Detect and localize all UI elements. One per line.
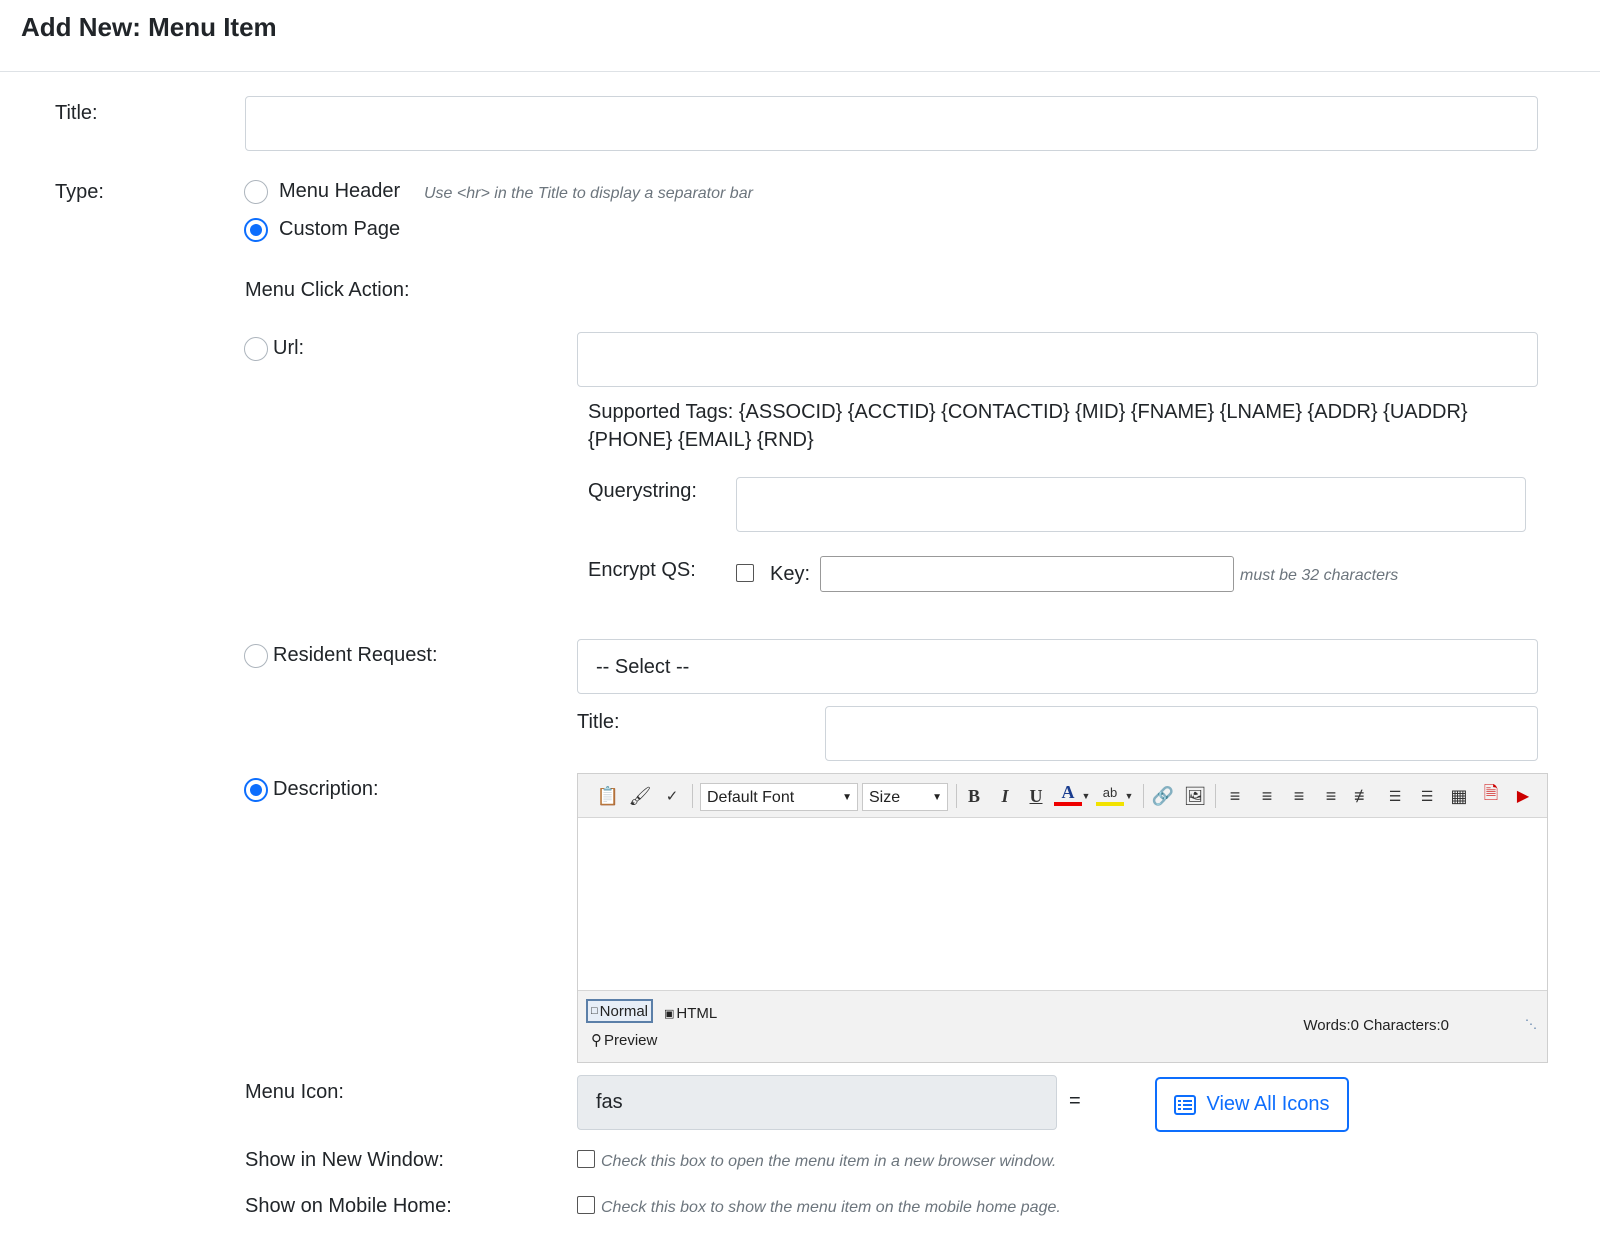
new-window-hint: Check this box to open the menu item in … (601, 1153, 1057, 1170)
align-left-icon[interactable]: ≡ (1221, 782, 1249, 810)
resident-request-title-label: Title: (577, 711, 620, 733)
mobile-home-label: Show on Mobile Home: (245, 1195, 452, 1217)
chevron-down-icon[interactable]: ▼ (1123, 782, 1135, 810)
mode-normal-label: Normal (599, 1002, 648, 1020)
word-character-count: Words:0 Characters:0 (1303, 1017, 1449, 1034)
type-menu-header-hint: Use <hr> in the Title to display a separ… (424, 185, 753, 202)
image-icon[interactable]: 🖼 (1181, 782, 1209, 810)
description-radio[interactable] (244, 778, 268, 802)
page-header: Add New: Menu Item (0, 0, 1600, 72)
page-title: Add New: Menu Item (21, 12, 277, 42)
normal-icon: □ (591, 1005, 598, 1017)
description-label[interactable]: Description: (273, 778, 379, 801)
new-window-label: Show in New Window: (245, 1149, 444, 1171)
size-select-value: Size (869, 789, 901, 806)
key-hint: must be 32 characters (1240, 567, 1399, 584)
search-icon: ⚲ (591, 1032, 602, 1049)
editor-content-area[interactable] (578, 818, 1547, 992)
font-color-icon[interactable]: A (1054, 782, 1082, 806)
clean-format-icon[interactable]: 🖌 (626, 782, 654, 810)
key-label: Key: (770, 563, 811, 585)
menu-icon-input: fas (577, 1075, 1057, 1130)
mode-preview-tab[interactable]: ⚲ Preview (588, 1028, 660, 1052)
type-menu-header-radio[interactable] (244, 180, 268, 204)
pdf-icon[interactable]: 🗎 (1477, 782, 1505, 810)
strikethrough-icon[interactable]: ≢ (1349, 782, 1377, 810)
highlight-icon[interactable]: ab (1096, 782, 1124, 806)
menu-icon-label: Menu Icon: (245, 1081, 344, 1103)
bold-icon[interactable]: B (960, 782, 988, 810)
title-input[interactable] (245, 96, 1538, 151)
italic-icon[interactable]: I (991, 782, 1019, 810)
new-window-checkbox[interactable] (577, 1150, 595, 1168)
key-input[interactable] (820, 556, 1234, 592)
paste-icon[interactable]: 📋 (594, 782, 622, 810)
resident-request-radio[interactable] (244, 644, 268, 668)
mode-preview-label: Preview (604, 1031, 658, 1049)
supported-tags-line2: {PHONE} {EMAIL} {RND} (588, 429, 814, 451)
font-select[interactable]: Default Font ▼ (700, 783, 858, 811)
resident-request-select-value: -- Select -- (596, 656, 690, 678)
editor-footer: □ Normal ▣ HTML ⚲ Preview Words:0 Charac… (578, 990, 1547, 1062)
rich-text-editor: 📋 🖌 ✓ Default Font ▼ Size ▼ B I U A ▼ ab ▼… (577, 773, 1548, 1063)
html-icon: ▣ (664, 1007, 675, 1020)
view-all-icons-label: View All Icons (1206, 1093, 1330, 1115)
type-label: Type: (55, 181, 104, 203)
chevron-down-icon: ▼ (842, 792, 852, 803)
resize-grip-icon[interactable]: ⋱ (1525, 1017, 1537, 1031)
mode-normal-tab[interactable]: □ Normal (586, 999, 653, 1023)
type-custom-page-label[interactable]: Custom Page (279, 218, 400, 241)
type-menu-header-label[interactable]: Menu Header (279, 180, 400, 203)
resident-request-label[interactable]: Resident Request: (273, 644, 438, 667)
mode-html-label: HTML (676, 1004, 718, 1022)
align-right-icon[interactable]: ≡ (1285, 782, 1313, 810)
url-radio[interactable] (244, 337, 268, 361)
menu-click-action-label: Menu Click Action: (245, 279, 410, 301)
font-select-value: Default Font (707, 789, 795, 806)
editor-toolbar: 📋 🖌 ✓ Default Font ▼ Size ▼ B I U A ▼ ab ▼… (578, 774, 1547, 818)
querystring-input[interactable] (736, 477, 1526, 532)
url-label[interactable]: Url: (273, 337, 304, 360)
menu-icon-value: fas (596, 1091, 623, 1113)
table-icon[interactable]: ▦ (1445, 782, 1473, 810)
mobile-home-checkbox[interactable] (577, 1196, 595, 1214)
ordered-list-icon[interactable]: ☰ (1381, 782, 1409, 810)
type-custom-page-radio[interactable] (244, 218, 268, 242)
title-label: Title: (55, 102, 98, 124)
equals-sign: = (1069, 1090, 1081, 1112)
resident-request-select[interactable]: -- Select -- (577, 639, 1538, 694)
view-all-icons-button[interactable]: View All Icons (1155, 1077, 1349, 1132)
youtube-icon[interactable]: ▶ (1509, 782, 1537, 810)
underline-icon[interactable]: U (1022, 782, 1050, 810)
mode-html-tab[interactable]: ▣ HTML (661, 1001, 720, 1025)
resident-request-title-input[interactable] (825, 706, 1538, 761)
bullet-list-icon[interactable]: ☰ (1413, 782, 1441, 810)
align-center-icon[interactable]: ≡ (1253, 782, 1281, 810)
spellcheck-icon[interactable]: ✓ (658, 782, 686, 810)
chevron-down-icon[interactable]: ▼ (1080, 782, 1092, 810)
url-input[interactable] (577, 332, 1538, 387)
size-select[interactable]: Size ▼ (862, 783, 948, 811)
list-icon (1174, 1094, 1197, 1115)
querystring-label: Querystring: (588, 480, 697, 502)
encrypt-qs-checkbox[interactable] (736, 564, 754, 582)
mobile-home-hint: Check this box to show the menu item on … (601, 1199, 1061, 1216)
align-justify-icon[interactable]: ≡ (1317, 782, 1345, 810)
link-icon[interactable]: 🔗 (1149, 782, 1177, 810)
supported-tags-line1: Supported Tags: {ASSOCID} {ACCTID} {CONT… (588, 401, 1468, 423)
chevron-down-icon: ▼ (932, 792, 942, 803)
encrypt-qs-label: Encrypt QS: (588, 559, 696, 581)
